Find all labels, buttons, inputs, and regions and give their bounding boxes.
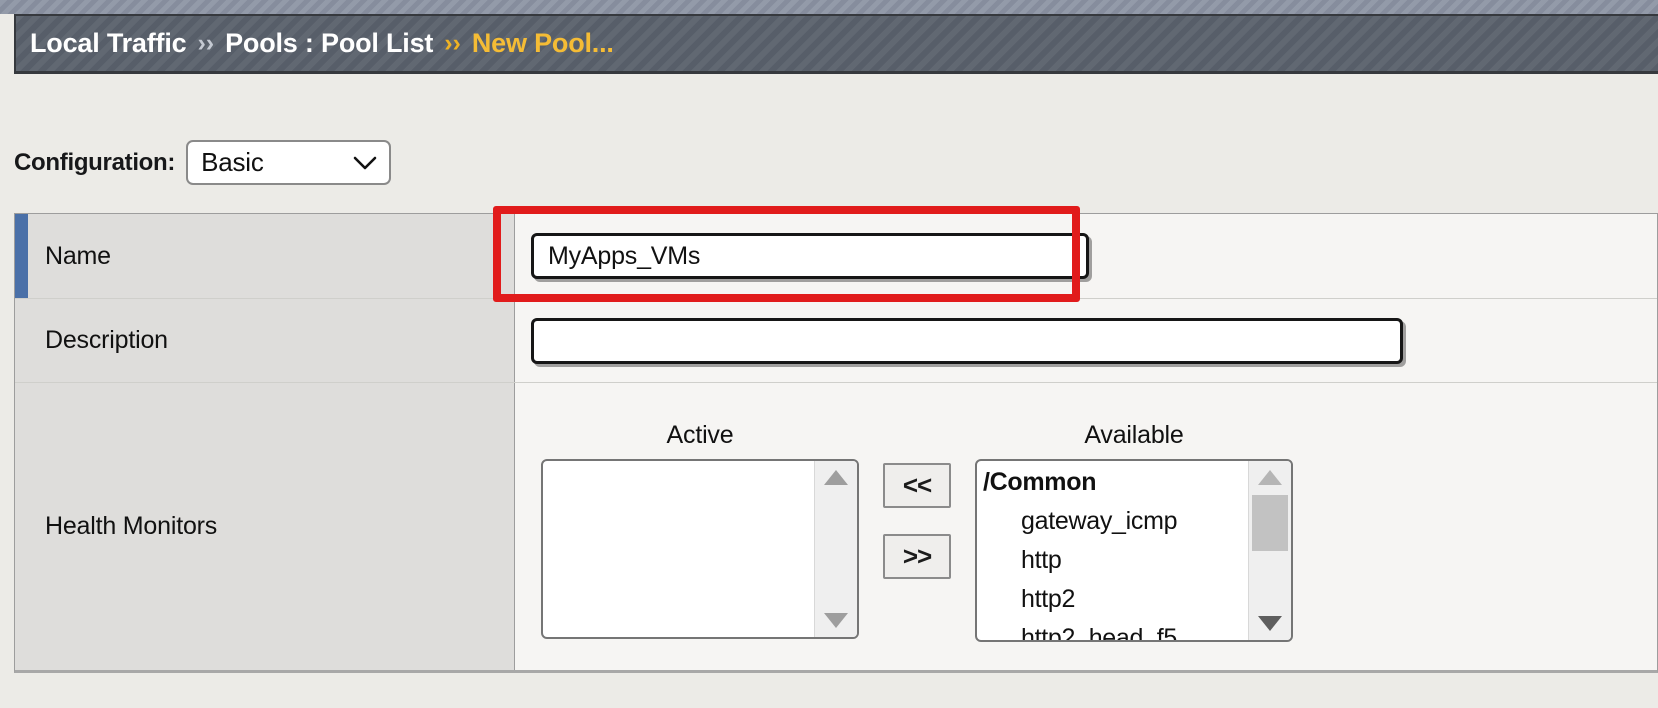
description-field-cell bbox=[515, 299, 1657, 382]
list-item[interactable]: http2 bbox=[981, 580, 1248, 619]
configuration-row: Configuration: Basic bbox=[14, 140, 392, 185]
available-listbox-scrollbar[interactable] bbox=[1248, 461, 1291, 640]
breadcrumb-separator-icon: ›› bbox=[197, 29, 215, 57]
configuration-select-value: Basic bbox=[201, 147, 264, 177]
move-right-button[interactable]: >> bbox=[883, 534, 951, 579]
available-list-title: Available bbox=[1084, 421, 1184, 449]
list-item[interactable]: http2_head_f5 bbox=[981, 619, 1248, 640]
health-monitors-dual-list: Active << >> Available /Common gateway_i… bbox=[531, 411, 1293, 642]
available-list-items: /Common gateway_icmp http http2 http2_head_f… bbox=[977, 461, 1248, 640]
active-list-title: Active bbox=[666, 421, 734, 449]
scroll-up-arrow-icon[interactable] bbox=[823, 469, 849, 486]
top-stripe-band bbox=[0, 0, 1658, 14]
list-item[interactable]: http bbox=[981, 541, 1248, 580]
scroll-down-arrow-icon[interactable] bbox=[823, 612, 849, 629]
form-row-health-monitors: Health Monitors Active << >> Available /… bbox=[15, 383, 1657, 670]
active-listbox[interactable] bbox=[541, 459, 859, 639]
name-label: Name bbox=[45, 241, 111, 270]
list-item[interactable]: /Common bbox=[981, 463, 1248, 502]
breadcrumb-separator-icon: ›› bbox=[444, 29, 461, 57]
name-label-cell: Name bbox=[15, 214, 515, 298]
scrollbar-thumb[interactable] bbox=[1252, 495, 1288, 551]
list-item[interactable]: gateway_icmp bbox=[981, 502, 1248, 541]
health-monitors-field-cell: Active << >> Available /Common gateway_i… bbox=[515, 383, 1657, 670]
breadcrumb-item-new-pool: New Pool... bbox=[471, 28, 614, 58]
name-input[interactable]: MyApps_VMs bbox=[531, 233, 1089, 279]
scroll-up-arrow-icon[interactable] bbox=[1257, 469, 1283, 486]
form-row-name: Name MyApps_VMs bbox=[15, 214, 1657, 299]
name-field-cell: MyApps_VMs bbox=[515, 214, 1657, 298]
transfer-buttons: << >> bbox=[883, 421, 951, 579]
breadcrumb-header: Local Traffic ›› Pools : Pool List ›› Ne… bbox=[14, 14, 1658, 74]
breadcrumb-item-pool-list[interactable]: Pools : Pool List bbox=[225, 28, 433, 59]
configuration-select[interactable]: Basic bbox=[186, 140, 392, 185]
available-column: Available /Common gateway_icmp http http2 ht… bbox=[975, 421, 1293, 642]
description-label: Description bbox=[45, 326, 168, 354]
description-input[interactable] bbox=[531, 317, 1403, 364]
breadcrumb-item-local-traffic[interactable]: Local Traffic bbox=[30, 28, 187, 59]
active-listbox-scrollbar[interactable] bbox=[814, 461, 857, 637]
chevron-down-icon bbox=[353, 156, 377, 169]
pool-configuration-table: Name MyApps_VMs Description Health Monit… bbox=[14, 213, 1658, 673]
form-row-description: Description bbox=[15, 299, 1657, 383]
scroll-down-arrow-icon[interactable] bbox=[1257, 615, 1283, 632]
health-monitors-label: Health Monitors bbox=[45, 512, 218, 540]
configuration-label: Configuration: bbox=[14, 148, 176, 176]
available-listbox[interactable]: /Common gateway_icmp http http2 http2_head_f… bbox=[975, 459, 1293, 642]
active-list-items bbox=[543, 461, 814, 637]
active-column: Active bbox=[541, 421, 859, 639]
move-left-button[interactable]: << bbox=[883, 463, 951, 508]
description-label-cell: Description bbox=[15, 299, 515, 382]
health-monitors-label-cell: Health Monitors bbox=[15, 383, 515, 670]
